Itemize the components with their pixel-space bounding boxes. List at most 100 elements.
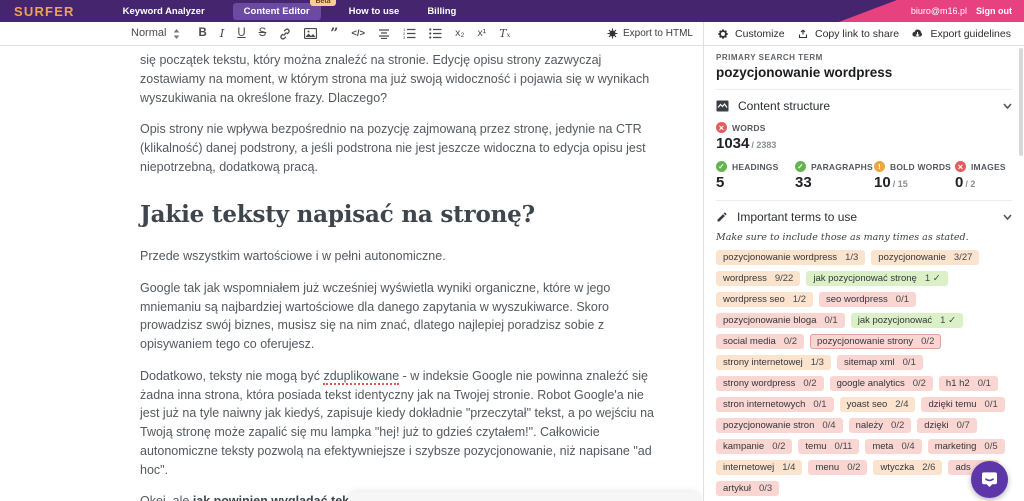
term-chip[interactable]: google analytics 0/2	[829, 376, 933, 391]
term-chip[interactable]: pozycjonowanie stron 0/4	[716, 418, 843, 433]
term-chip-label: pozycjonowanie stron	[723, 420, 815, 431]
term-chip-count: 0/4	[822, 420, 836, 431]
term-chip[interactable]: strony internetowej 1/3	[716, 355, 831, 370]
chat-widget-button[interactable]	[971, 461, 1008, 498]
paragraph[interactable]: się początek tekstu, który można znaleźć…	[140, 51, 663, 107]
chevron-down-icon[interactable]	[1003, 103, 1012, 109]
term-chip[interactable]: stron internetowych 0/1	[716, 397, 834, 412]
term-chip[interactable]: strony wordpress 0/2	[716, 376, 824, 391]
term-chip[interactable]: marketing 0/5	[927, 439, 1005, 454]
term-chip[interactable]: sitemap xml 0/1	[836, 355, 923, 370]
beta-badge: Beta	[310, 0, 336, 6]
insert-image-button[interactable]	[304, 28, 318, 39]
strikethrough-button[interactable]: S	[259, 27, 267, 40]
image-icon	[304, 28, 318, 39]
term-chip-label: pozycjonowanie strony	[817, 336, 914, 347]
content-structure-header[interactable]: Content structure	[716, 99, 1012, 113]
term-chip[interactable]: wordpress seo 1/2	[716, 292, 813, 307]
term-chip[interactable]: jak pozycjonować 1 ✓	[850, 313, 964, 328]
primary-search-term-label: PRIMARY SEARCH TERM	[716, 53, 823, 62]
editor-toolbar: Normal B I U S ” </> 123 x₂ x¹ Tₓ Export…	[0, 22, 704, 45]
term-chip-count: 1/2	[792, 294, 806, 305]
term-chip[interactable]: kampanie 0/2	[716, 439, 793, 454]
customize-button[interactable]: Customize	[717, 28, 785, 40]
term-chip-label: należy	[855, 420, 884, 431]
export-guidelines-button[interactable]: Export guidelines	[911, 28, 1011, 40]
sign-out-button[interactable]: Sign out	[976, 6, 1012, 16]
nav-content-editor[interactable]: Content Editor Beta	[232, 0, 336, 20]
misspelled-word[interactable]: zduplikowane	[323, 368, 400, 385]
term-chip[interactable]: menu 0/2	[808, 460, 868, 475]
italic-button[interactable]: I	[220, 27, 225, 40]
bullet-list-button[interactable]	[429, 28, 442, 39]
paragraph[interactable]: Dodatkowo, teksty nie mogą być zduplikow…	[140, 367, 663, 480]
term-chip[interactable]: pozycjonowanie bloga 0/1	[716, 313, 845, 328]
paragraph-style-select[interactable]: Normal	[131, 28, 180, 39]
style-select-value: Normal	[131, 27, 167, 39]
term-chip-label: wordpress seo	[723, 294, 785, 305]
term-chip-label: pozycjonowanie bloga	[723, 315, 817, 326]
term-chip-label: artykuł	[723, 483, 751, 494]
paragraph[interactable]: Przede wszystkim wartościowe i w pełni a…	[140, 247, 663, 266]
chevron-down-icon[interactable]	[1003, 214, 1012, 220]
term-chip-label: kampanie	[723, 441, 765, 452]
pencil-icon	[716, 211, 728, 223]
gear-icon	[717, 28, 729, 40]
blockquote-button[interactable]: ”	[330, 27, 338, 41]
code-block-button[interactable]: </>	[351, 29, 365, 39]
nav-billing[interactable]: Billing	[427, 6, 456, 17]
term-chip[interactable]: wordpress 9/22	[716, 271, 801, 286]
editor-canvas[interactable]: się początek tekstu, który można znaleźć…	[0, 46, 704, 501]
term-chip[interactable]: dzięki 0/7	[917, 418, 977, 433]
term-chip[interactable]: pozycjonowanie 3/27	[871, 250, 980, 265]
term-chip-count: 0/4	[901, 441, 915, 452]
term-chip-count: 0/1	[984, 399, 998, 410]
term-chip[interactable]: meta 0/4	[865, 439, 922, 454]
export-to-html-button[interactable]: Export to HTML	[607, 28, 693, 39]
term-chip-label: h1 h2	[945, 378, 970, 389]
underline-button[interactable]: U	[237, 27, 245, 40]
main-nav: Keyword Analyzer Content Editor Beta How…	[123, 0, 456, 20]
content-stats-grid: HEADINGS 5 PARAGRAPHS 33 BOLD WORDS 10/ 15 IMA…	[716, 161, 1012, 191]
term-chip[interactable]: pozycjonowanie wordpress 1/3	[716, 250, 866, 265]
term-chip-label: wordpress	[723, 273, 767, 284]
bold-button[interactable]: B	[198, 27, 206, 40]
status-bad-icon	[955, 161, 966, 172]
paragraph[interactable]: Google tak jak wspomniałem już wcześniej…	[140, 279, 663, 354]
term-chip-count: 0/2	[921, 336, 935, 347]
term-chip-count: 0/2	[803, 378, 817, 389]
term-chip[interactable]: seo wordpress 0/1	[819, 292, 916, 307]
term-chip[interactable]: artykuł 0/3	[716, 481, 780, 496]
stat-label: WORDS	[732, 122, 766, 133]
term-chip-label: strony internetowej	[723, 357, 803, 368]
insert-link-button[interactable]	[279, 27, 291, 40]
term-chip[interactable]: temu 0/11	[798, 439, 860, 454]
term-chip[interactable]: jak pozycjonować stronę 1 ✓	[806, 271, 948, 286]
align-button[interactable]	[378, 28, 390, 39]
superscript-button[interactable]: x¹	[477, 28, 486, 39]
important-terms-header[interactable]: Important terms to use	[716, 210, 1012, 224]
clear-formatting-button[interactable]: Tₓ	[499, 28, 510, 39]
article-heading[interactable]: Jakie teksty napisać na stronę?	[140, 198, 663, 233]
copy-link-button[interactable]: Copy link to share	[797, 28, 899, 40]
term-chip[interactable]: social media 0/2	[716, 334, 805, 349]
term-chip[interactable]: yoast seo 2/4	[839, 397, 916, 412]
paragraph[interactable]: Opis strony nie wpływa bezpośrednio na p…	[140, 120, 663, 176]
chart-icon	[716, 100, 729, 112]
nav-keyword-analyzer[interactable]: Keyword Analyzer	[123, 6, 205, 17]
sidebar-scrollbar[interactable]	[1019, 48, 1023, 156]
ordered-list-button[interactable]: 123	[403, 28, 416, 39]
surfer-logo[interactable]: SURFER	[14, 4, 75, 19]
term-chip[interactable]: internetowej 1/4	[716, 460, 803, 475]
term-chip[interactable]: pozycjonowanie strony 0/2	[810, 334, 942, 349]
term-chip-label: meta	[872, 441, 894, 452]
term-chip[interactable]: h1 h2 0/1	[938, 376, 998, 391]
term-chip[interactable]: wtyczka 2/6	[873, 460, 943, 475]
term-chip-count: 1/4	[782, 462, 796, 473]
term-chip-count: 2/4	[895, 399, 909, 410]
term-chip[interactable]: dzięki temu 0/1	[921, 397, 1005, 412]
nav-how-to-use[interactable]: How to use	[349, 6, 400, 17]
term-chip[interactable]: należy 0/2	[848, 418, 912, 433]
subscript-button[interactable]: x₂	[455, 28, 464, 39]
cloud-export-icon	[911, 28, 924, 39]
